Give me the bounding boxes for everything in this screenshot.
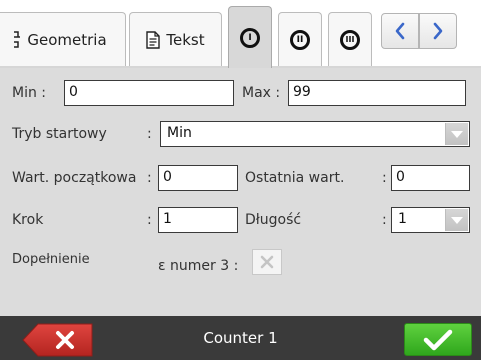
length-dropdown-button[interactable] <box>445 209 468 231</box>
padding-checkbox[interactable] <box>252 249 282 275</box>
initial-value-input[interactable]: 0 <box>158 165 238 191</box>
padding-sub-label: ε numer 3 : <box>158 258 239 274</box>
counter-1-icon: I <box>240 27 260 48</box>
initial-value-colon: : <box>147 170 152 186</box>
checkmark-icon <box>423 329 453 350</box>
last-value-input[interactable]: 0 <box>391 165 470 191</box>
confirm-button[interactable] <box>404 323 472 356</box>
tab-counter-1[interactable]: I <box>228 6 272 68</box>
length-colon: : <box>382 212 387 228</box>
max-label: Max : <box>242 85 281 101</box>
step-input[interactable]: 1 <box>158 207 238 233</box>
counter-3-icon: III <box>340 29 360 50</box>
counter-settings-panel: Min : 0 Max : 99 Tryb startowy : Min War… <box>0 68 481 316</box>
counter-2-icon: II <box>290 29 310 50</box>
length-label: Długość <box>245 212 302 228</box>
tab-counter-2[interactable]: II <box>278 12 322 66</box>
chevron-down-icon <box>451 216 463 224</box>
tab-geometria-label: Geometria <box>27 30 107 49</box>
tab-tekst[interactable]: Tekst <box>129 12 222 66</box>
text-document-icon <box>146 30 161 49</box>
tab-bar: Geometria Tekst I II III <box>0 0 481 68</box>
tab-counter-3[interactable]: III <box>328 12 372 66</box>
step-label: Krok <box>12 212 44 228</box>
tab-tekst-label: Tekst <box>166 30 205 49</box>
prev-tab-button[interactable] <box>381 13 419 49</box>
last-value-colon: : <box>382 170 387 186</box>
min-input[interactable]: 0 <box>64 80 234 106</box>
next-tab-button[interactable] <box>419 13 457 49</box>
chevron-down-icon <box>451 130 463 138</box>
initial-value-label: Wart. początkowa <box>12 170 137 186</box>
start-mode-value: Min <box>167 125 192 141</box>
geometry-icon <box>13 30 21 49</box>
length-value: 1 <box>398 211 407 227</box>
max-input[interactable]: 99 <box>288 80 466 106</box>
bottom-bar: Counter 1 <box>0 316 481 360</box>
start-mode-label: Tryb startowy <box>12 126 107 142</box>
min-label: Min : <box>12 85 47 101</box>
padding-label: Dopełnienie <box>12 252 90 267</box>
step-colon: : <box>147 212 152 228</box>
chevron-right-icon <box>433 22 443 40</box>
length-select[interactable]: 1 <box>391 207 470 233</box>
last-value-label: Ostatnia wart. <box>245 170 345 186</box>
chevron-left-icon <box>395 22 405 40</box>
start-mode-dropdown-button[interactable] <box>445 123 468 145</box>
close-icon <box>260 255 274 269</box>
start-mode-colon: : <box>147 126 152 142</box>
tab-geometria[interactable]: Geometria <box>0 12 126 66</box>
start-mode-select[interactable]: Min <box>160 121 470 147</box>
